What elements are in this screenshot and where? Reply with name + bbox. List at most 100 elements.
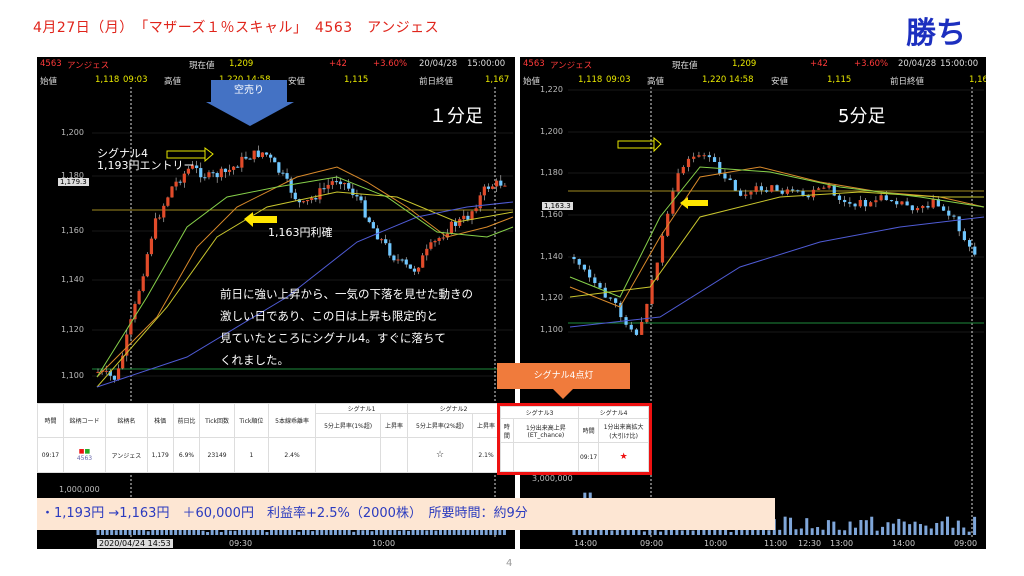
- candle-body: [900, 201, 904, 205]
- candle-body: [170, 186, 174, 198]
- candle-body: [277, 162, 281, 173]
- volume-bar: [434, 530, 438, 535]
- candle-body: [660, 235, 665, 263]
- time-label: 2020/04/24 14:53: [97, 539, 173, 548]
- volume-bar: [843, 530, 847, 535]
- candle-body: [482, 186, 486, 196]
- candle-body: [379, 239, 384, 241]
- chart-5min: 4563 アンジェス 現在値 1,209 +42 +3.60% 20/04/28…: [520, 57, 986, 549]
- candle-body: [269, 154, 273, 158]
- candle-body: [645, 303, 649, 322]
- y-tick: 1,200: [540, 127, 563, 136]
- volume-bar: [155, 529, 159, 535]
- volume-bar: [853, 527, 857, 535]
- volume-bar: [729, 531, 733, 535]
- candle-body: [676, 173, 680, 192]
- candle-body: [634, 329, 639, 335]
- volume-bar: [783, 516, 787, 535]
- volume-bar: [908, 524, 912, 535]
- candle-body: [723, 173, 727, 179]
- candle-body: [926, 205, 930, 208]
- candle-body: [466, 215, 470, 220]
- th-signal2: シグナル2: [406, 403, 501, 414]
- cell-code: ■■ 4563: [62, 437, 107, 473]
- candle-body: [240, 156, 244, 168]
- volume-bar: [962, 527, 966, 535]
- volume-tick: 3,000,000: [532, 474, 573, 483]
- candle-body: [858, 199, 862, 207]
- candle-body: [371, 222, 375, 229]
- description-line: 激しい日であり、この日は上昇も限定的と: [220, 309, 438, 323]
- th-tick: Tick回数: [199, 403, 235, 438]
- result-label: 勝ち: [906, 16, 966, 51]
- candle-body: [400, 259, 404, 261]
- volume-bar: [837, 529, 841, 535]
- candle-body: [686, 158, 691, 168]
- y-tick: 1,140: [61, 275, 84, 284]
- volume-bar: [659, 531, 663, 535]
- th-price: 株価: [146, 403, 174, 438]
- volume-bar: [642, 531, 646, 535]
- candle-body: [458, 219, 462, 226]
- volume-bar: [881, 526, 885, 535]
- candle-body: [145, 254, 149, 277]
- volume-bar: [832, 521, 836, 535]
- volume-bar: [886, 522, 890, 535]
- volume-bar: [805, 518, 809, 535]
- volume-bar: [902, 521, 906, 535]
- candles-5min: [568, 87, 985, 537]
- candle-body: [947, 210, 951, 216]
- volume-bar: [918, 524, 922, 535]
- volume-bar: [848, 521, 852, 535]
- candle-body: [162, 205, 166, 218]
- time-label: 09:00: [954, 539, 978, 548]
- volume-bar: [228, 530, 232, 535]
- candle-body: [503, 185, 507, 187]
- th-sub: 上昇率: [380, 413, 408, 438]
- candle-body: [490, 186, 495, 189]
- candle-body: [408, 264, 412, 269]
- candle-body: [889, 200, 894, 202]
- candle-body: [178, 181, 182, 183]
- entry-arrow: [166, 150, 206, 159]
- code-link[interactable]: 4563: [77, 455, 92, 462]
- volume-bar: [767, 530, 771, 535]
- volume-bar: [114, 530, 118, 535]
- th-signal4: シグナル4: [577, 406, 650, 419]
- candle-body: [806, 195, 810, 198]
- candle-body: [223, 168, 228, 172]
- volume-bar: [951, 527, 955, 535]
- th-code: 銘柄コード: [62, 403, 107, 438]
- volume-bar: [973, 516, 977, 535]
- price-badge: 1,179.3: [58, 178, 89, 186]
- candle-body: [879, 195, 883, 201]
- table-row[interactable]: 09:17 ■■ 4563 アンジェス 1,179 6.9% 23149 1 2.…: [37, 437, 500, 473]
- volume-bar: [913, 521, 917, 535]
- candle-body: [952, 215, 956, 217]
- signal-table: 時間 銘柄コード 銘柄名 株価 前日比 Tick回数 Tick順位 5本線乖離率…: [37, 403, 501, 473]
- candle-body: [738, 190, 743, 196]
- candle-body: [785, 189, 790, 194]
- candle-body: [343, 183, 347, 185]
- cell-empty: [315, 437, 382, 473]
- volume-bar: [799, 528, 803, 535]
- candle-body: [470, 211, 474, 220]
- th-sub: 5分上昇率(2%超): [406, 413, 474, 438]
- volume-bar: [425, 530, 429, 535]
- candle-body: [322, 188, 326, 190]
- y-tick: 1,140: [540, 252, 563, 261]
- time-label: 09:00: [640, 539, 664, 548]
- candle-body: [285, 173, 289, 179]
- description-line: 前日に強い上昇から、一気の下落を見せた動きの: [220, 287, 473, 301]
- volume-bar: [219, 531, 223, 535]
- candle-body: [702, 155, 706, 157]
- candle-body: [256, 150, 260, 157]
- candle-body: [478, 195, 482, 209]
- candle-body: [749, 191, 753, 195]
- volume-bar: [691, 530, 695, 535]
- candle-body: [640, 321, 644, 335]
- th-name: 銘柄名: [105, 403, 148, 438]
- candle-body: [195, 165, 199, 169]
- candle-body: [174, 181, 178, 187]
- th-change: 前日比: [172, 403, 201, 438]
